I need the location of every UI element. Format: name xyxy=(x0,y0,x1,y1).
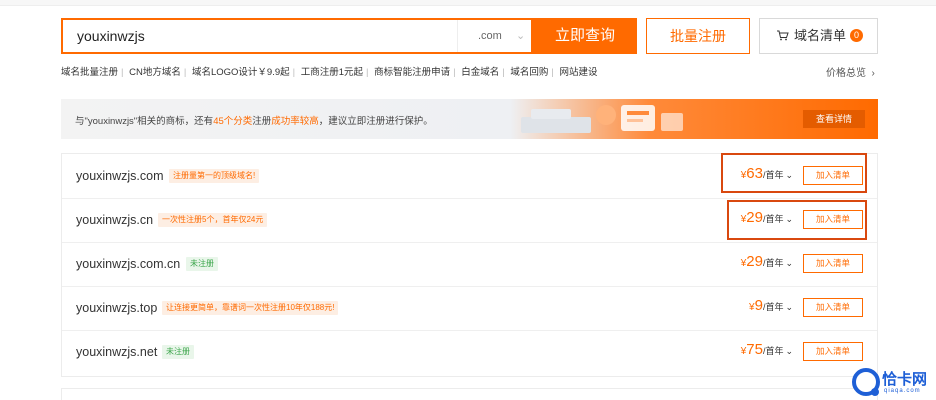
cart-label: 域名清单 xyxy=(794,28,847,43)
domain-name: youxinwzjs.net xyxy=(76,345,158,359)
annotation-highlight-box xyxy=(721,153,867,193)
price-selector[interactable]: ¥9/首年 ⌄ xyxy=(719,297,793,315)
price-selector[interactable]: ¥29/首年 ⌄ xyxy=(719,253,793,271)
divider: | xyxy=(292,67,296,78)
divider: | xyxy=(551,67,554,78)
promo-tag: 让连接更简单，靠谱词一次性注册10年仅188元! xyxy=(162,301,339,315)
chevron-right-icon: › xyxy=(868,68,875,79)
banner-text-part: 与"youxinwzjs"相关的商标，还有 xyxy=(75,116,214,127)
divider: | xyxy=(121,67,124,78)
price-selector[interactable]: ¥75/首年 ⌄ xyxy=(719,341,793,359)
add-to-list-button[interactable]: 加入清单 xyxy=(803,342,863,361)
watermark-text: 恰卡网 xyxy=(882,371,928,388)
divider: | xyxy=(453,67,456,78)
price-value: 29 xyxy=(746,253,763,270)
banner-text-part: 注册 xyxy=(252,116,272,127)
search-box[interactable]: youxinwzjs .com ⌄ xyxy=(61,18,533,54)
cart-icon xyxy=(776,19,789,53)
quick-link[interactable]: 域名回购 xyxy=(510,67,548,78)
price-unit: /首年 xyxy=(762,302,784,312)
price-unit: /首年 xyxy=(762,258,784,268)
top-strip xyxy=(0,0,936,6)
quick-link[interactable]: 商标智能注册申请 xyxy=(374,67,450,78)
watermark-subtext: qiaqa.com xyxy=(884,388,921,394)
quick-link[interactable]: CN地方域名 xyxy=(129,67,181,78)
quick-link[interactable]: 域名LOGO设计￥9.9起 xyxy=(192,67,290,78)
domain-cart-button[interactable]: 域名清单 0 xyxy=(759,18,878,54)
bulk-register-button[interactable]: 批量注册 xyxy=(646,18,750,54)
status-badge: 未注册 xyxy=(186,257,218,271)
quick-link[interactable]: 工商注册1元起 xyxy=(301,67,363,78)
chevron-down-icon: ⌄ xyxy=(785,346,793,356)
domain-name: youxinwzjs.cn xyxy=(76,213,154,227)
banner-highlight: 成功率较高 xyxy=(271,116,319,127)
watermark-logo: 恰卡网 qiaqa.com xyxy=(852,366,936,400)
banner-text-part: ，建议立即注册进行保护。 xyxy=(318,116,433,127)
price-value: 9 xyxy=(754,297,763,314)
promo-tag: 注册量第一的顶级域名! xyxy=(169,169,260,183)
divider: | xyxy=(366,67,369,78)
banner-illustration xyxy=(521,105,683,133)
quick-link[interactable]: 网站建设 xyxy=(560,67,598,78)
tld-select[interactable]: .com ⌄ xyxy=(457,20,534,52)
list-item: youxinwzjs.com.cn 未注册 ¥29/首年 ⌄ 加入清单 xyxy=(62,242,877,287)
price-overview-label: 价格总览 xyxy=(826,68,866,79)
quick-link[interactable]: 白金域名 xyxy=(461,67,499,78)
banner-highlight: 45个分类 xyxy=(213,116,253,127)
chevron-down-icon: ⌄ xyxy=(516,30,526,42)
promo-tag: 一次性注册5个，首年仅24元 xyxy=(158,213,268,227)
price-value: 75 xyxy=(746,341,763,358)
domain-name: youxinwzjs.com xyxy=(76,169,164,183)
divider: | xyxy=(183,67,187,78)
annotation-highlight-box xyxy=(727,200,867,240)
trademark-banner: 与"youxinwzjs"相关的商标，还有45个分类注册成功率较高，建议立即注册… xyxy=(61,99,878,139)
quick-link[interactable]: 域名批量注册 xyxy=(61,67,118,78)
chevron-down-icon: ⌄ xyxy=(785,302,793,312)
domain-name: youxinwzjs.com.cn xyxy=(76,257,181,271)
price-unit: /首年 xyxy=(762,346,784,356)
query-button[interactable]: 立即查询 xyxy=(533,18,637,54)
divider: | xyxy=(502,67,505,78)
price-overview-link[interactable]: 价格总览 › xyxy=(826,64,875,79)
next-section-card xyxy=(61,388,878,400)
list-item: youxinwzjs.top 让连接更简单，靠谱词一次性注册10年仅188元! … xyxy=(62,286,877,331)
search-input[interactable]: youxinwzjs xyxy=(77,20,437,52)
chevron-down-icon: ⌄ xyxy=(785,258,793,268)
tld-select-value: .com xyxy=(478,30,502,42)
cart-count-badge: 0 xyxy=(850,29,863,42)
list-item: youxinwzjs.net 未注册 ¥75/首年 ⌄ 加入清单 xyxy=(62,330,877,374)
view-details-button[interactable]: 查看详情 xyxy=(803,110,865,128)
add-to-list-button[interactable]: 加入清单 xyxy=(803,254,863,273)
magnifier-handle xyxy=(871,388,879,396)
status-badge: 未注册 xyxy=(162,345,194,359)
add-to-list-button[interactable]: 加入清单 xyxy=(803,298,863,317)
quick-links: 域名批量注册 | CN地方域名 | 域名LOGO设计￥9.9起 | 工商注册1元起 | … xyxy=(61,64,598,78)
banner-text: 与"youxinwzjs"相关的商标，还有45个分类注册成功率较高，建议立即注册… xyxy=(75,113,433,127)
domain-name: youxinwzjs.top xyxy=(76,301,158,315)
